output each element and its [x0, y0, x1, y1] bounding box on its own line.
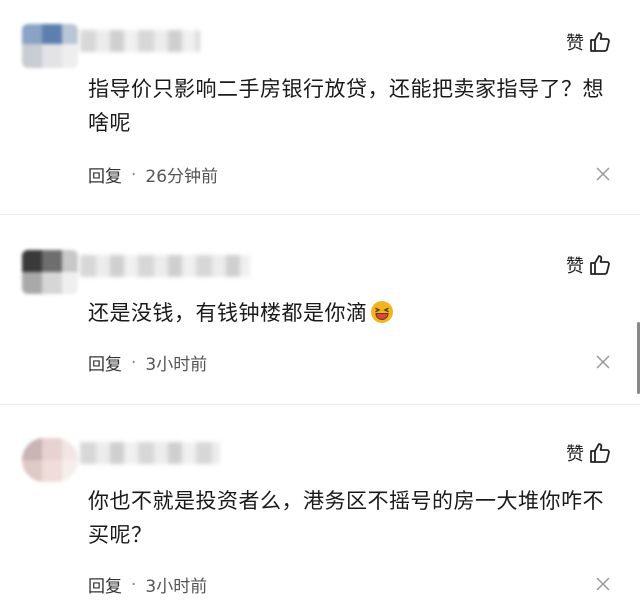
reply-button[interactable]: 回复 — [88, 162, 122, 187]
comment-meta: 回复 · 3小时前 — [88, 350, 208, 376]
close-icon[interactable] — [596, 167, 610, 181]
avatar[interactable] — [22, 438, 78, 482]
meta-separator: · — [131, 574, 137, 595]
comment-text: 还是没钱，有钱钟楼都是你滴 — [88, 296, 608, 330]
comment-meta: 回复 · 26分钟前 — [88, 162, 219, 188]
username-blurred[interactable] — [80, 255, 250, 277]
like-button[interactable]: 赞 — [566, 252, 612, 278]
like-button[interactable]: 赞 — [566, 440, 612, 466]
comment-time: 3小时前 — [145, 577, 208, 597]
like-label: 赞 — [566, 33, 584, 54]
username-blurred[interactable] — [80, 30, 200, 52]
reply-button[interactable]: 回复 — [88, 350, 122, 375]
comment-text-content: 还是没钱，有钱钟楼都是你滴 — [88, 301, 368, 325]
avatar[interactable] — [22, 24, 78, 68]
username-blurred[interactable] — [80, 442, 220, 464]
comment-time: 26分钟前 — [145, 167, 219, 187]
comment-text: 指导价只影响二手房银行放贷，还能把卖家指导了？想啥呢 — [88, 77, 604, 135]
meta-separator: · — [131, 164, 137, 185]
comment-time: 3小时前 — [145, 355, 208, 375]
thumbs-up-icon — [590, 443, 610, 463]
meta-separator: · — [131, 352, 137, 373]
comment-meta: 回复 · 3小时前 — [88, 572, 208, 598]
close-icon[interactable] — [596, 577, 610, 591]
like-label: 赞 — [566, 444, 584, 465]
laughing-emoji-icon — [370, 301, 393, 323]
close-icon[interactable] — [596, 355, 610, 369]
thumbs-up-icon — [590, 32, 610, 52]
like-label: 赞 — [566, 256, 584, 277]
like-button[interactable]: 赞 — [566, 29, 612, 55]
comment-text: 你也不就是投资者么，港务区不摇号的房一大堆你咋不买呢？ — [88, 489, 604, 547]
thumbs-up-icon — [590, 255, 610, 275]
divider — [0, 214, 640, 215]
avatar[interactable] — [22, 250, 78, 294]
divider — [0, 404, 640, 405]
reply-button[interactable]: 回复 — [88, 572, 122, 597]
